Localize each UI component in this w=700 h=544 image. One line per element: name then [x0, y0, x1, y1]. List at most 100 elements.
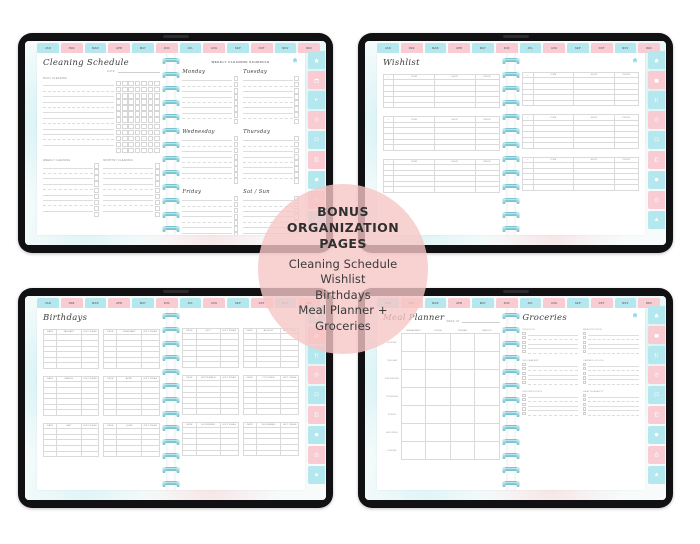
- table-row[interactable]: SUNDAY: [383, 441, 500, 461]
- table-row[interactable]: [182, 361, 239, 368]
- week-of-input[interactable]: [461, 322, 500, 323]
- month-tab-oct[interactable]: OCT: [590, 298, 613, 308]
- weekly-cleaning-lines[interactable]: [43, 163, 93, 217]
- month-tab-may[interactable]: MAY: [472, 298, 494, 308]
- month-tab-sep[interactable]: SEP: [227, 43, 249, 53]
- birthday-table-june[interactable]: DATE JUNE GIFT IDEAS: [103, 422, 160, 458]
- month-tab-apr[interactable]: APR: [108, 298, 131, 308]
- table-row[interactable]: [242, 408, 299, 415]
- table-row[interactable]: [43, 362, 100, 369]
- sidebar-item-home[interactable]: [308, 51, 325, 70]
- table-row[interactable]: THURSDAY: [383, 387, 500, 407]
- month-tab-jul[interactable]: JUL: [179, 43, 202, 53]
- sidebar-item-passwords[interactable]: [648, 445, 665, 464]
- month-tab-sep[interactable]: SEP: [567, 298, 589, 308]
- sidebar-item-calendar[interactable]: [308, 70, 325, 90]
- birthday-table-march[interactable]: DATE MARCH GIFT IDEAS: [43, 375, 100, 416]
- wishlist-table-1[interactable]: ✓ ITEM SHOP PRICE: [383, 73, 500, 109]
- wednesday-lines[interactable]: [182, 136, 233, 184]
- birthday-table-september[interactable]: DATE SEPTEMBER GIFT IDEAS: [182, 374, 239, 415]
- month-tab-jul[interactable]: JUL: [519, 43, 542, 53]
- table-row[interactable]: [103, 362, 160, 369]
- birthday-table-february[interactable]: DATE FEBRUARY GIFT IDEAS: [103, 328, 160, 369]
- sidebar-item-notes[interactable]: [648, 130, 665, 150]
- table-row[interactable]: [522, 99, 639, 107]
- sidebar-item-fitness[interactable]: [648, 365, 665, 385]
- sidebar-item-books[interactable]: [308, 405, 325, 425]
- sidebar-item-home[interactable]: [648, 51, 665, 70]
- table-row[interactable]: [242, 361, 299, 368]
- table-row[interactable]: [242, 449, 299, 457]
- month-tab-aug[interactable]: AUG: [543, 43, 566, 53]
- meat-protein-list[interactable]: [583, 331, 639, 354]
- sidebar-item-meals[interactable]: [308, 90, 325, 110]
- table-row[interactable]: WEDNESDAY: [383, 369, 500, 389]
- month-tab-nov[interactable]: NOV: [614, 43, 637, 53]
- sidebar-item-passwords[interactable]: [308, 445, 325, 464]
- month-tab-mar[interactable]: MAR: [424, 298, 447, 308]
- monday-lines[interactable]: [182, 76, 233, 124]
- month-tab-feb[interactable]: FEB: [400, 43, 423, 53]
- wishlist-table-6[interactable]: ✓ ITEM SHOP PRICE: [522, 156, 639, 192]
- month-tab-mar[interactable]: MAR: [424, 43, 447, 53]
- birthday-table-october[interactable]: DATE OCTOBER GIFT IDEAS: [242, 374, 299, 415]
- sidebar-item-books[interactable]: [648, 150, 665, 170]
- date-input[interactable]: [117, 70, 160, 73]
- month-tab-oct[interactable]: OCT: [590, 43, 613, 53]
- weekly-cleaning-checkboxes[interactable]: [94, 163, 100, 218]
- sidebar-item-calendar[interactable]: [648, 70, 665, 90]
- tuesday-checkboxes[interactable]: [294, 76, 299, 124]
- monday-checkboxes[interactable]: [233, 76, 239, 124]
- sidebar-item-passwords[interactable]: [648, 190, 665, 209]
- month-tab-oct[interactable]: OCT: [250, 43, 273, 53]
- table-row[interactable]: [43, 409, 100, 416]
- table-row[interactable]: FRIDAY: [383, 405, 500, 425]
- table-row[interactable]: [383, 186, 500, 194]
- sidebar-item-budget[interactable]: [648, 425, 665, 445]
- month-tab-jul[interactable]: JUL: [519, 298, 542, 308]
- wishlist-table-4[interactable]: ✓ ITEM SHOP PRICE: [522, 71, 639, 107]
- table-row[interactable]: [383, 144, 500, 151]
- month-tab-jan[interactable]: JAN: [37, 298, 59, 308]
- month-tab-jun[interactable]: JUN: [495, 43, 518, 53]
- sidebar-item-favourites[interactable]: [648, 465, 665, 484]
- month-tab-jun[interactable]: JUN: [495, 298, 518, 308]
- produce-list[interactable]: [522, 331, 579, 354]
- month-tab-nov[interactable]: NOV: [274, 43, 297, 53]
- month-tab-apr[interactable]: APR: [108, 43, 131, 53]
- monthly-cleaning-checkboxes[interactable]: [154, 163, 160, 218]
- deli-bakery-list[interactable]: [522, 362, 579, 385]
- table-row[interactable]: SATURDAY: [383, 423, 500, 443]
- month-tab-sep[interactable]: SEP: [227, 298, 249, 308]
- month-tab-sep[interactable]: SEP: [567, 43, 589, 53]
- month-tab-jan[interactable]: JAN: [37, 43, 59, 53]
- daily-cleaning-lines[interactable]: [43, 81, 114, 153]
- month-tab-jun[interactable]: JUN: [155, 43, 178, 53]
- home-icon[interactable]: [632, 57, 638, 63]
- sidebar-item-budget[interactable]: [648, 170, 665, 190]
- birthday-table-april[interactable]: DATE APRIL GIFT IDEAS: [103, 375, 160, 416]
- thursday-checkboxes[interactable]: [294, 135, 299, 184]
- home-icon[interactable]: [632, 312, 638, 318]
- month-tab-jul[interactable]: JUL: [179, 298, 202, 308]
- sidebar-item-books[interactable]: [648, 405, 665, 425]
- frozen-foods-list[interactable]: [522, 393, 579, 416]
- month-tab-mar[interactable]: MAR: [84, 298, 107, 308]
- sidebar-item-home[interactable]: [648, 306, 665, 325]
- month-tab-may[interactable]: MAY: [132, 43, 154, 53]
- table-row[interactable]: [103, 450, 160, 458]
- table-row[interactable]: [182, 449, 239, 457]
- month-tab-mar[interactable]: MAR: [84, 43, 107, 53]
- month-tab-aug[interactable]: AUG: [543, 298, 566, 308]
- table-row[interactable]: TUESDAY: [383, 351, 500, 371]
- health-beauty-list[interactable]: [583, 393, 639, 416]
- sidebar-item-calendar[interactable]: [648, 325, 665, 345]
- month-tab-aug[interactable]: AUG: [203, 43, 226, 53]
- wishlist-table-5[interactable]: ✓ ITEM SHOP PRICE: [522, 114, 639, 149]
- sidebar-item-favourites[interactable]: [648, 210, 665, 229]
- table-row[interactable]: MONDAY: [383, 333, 500, 353]
- sidebar-item-notes[interactable]: [648, 385, 665, 405]
- table-row[interactable]: [522, 184, 639, 192]
- month-tab-may[interactable]: MAY: [132, 298, 154, 308]
- month-tab-feb[interactable]: FEB: [60, 298, 83, 308]
